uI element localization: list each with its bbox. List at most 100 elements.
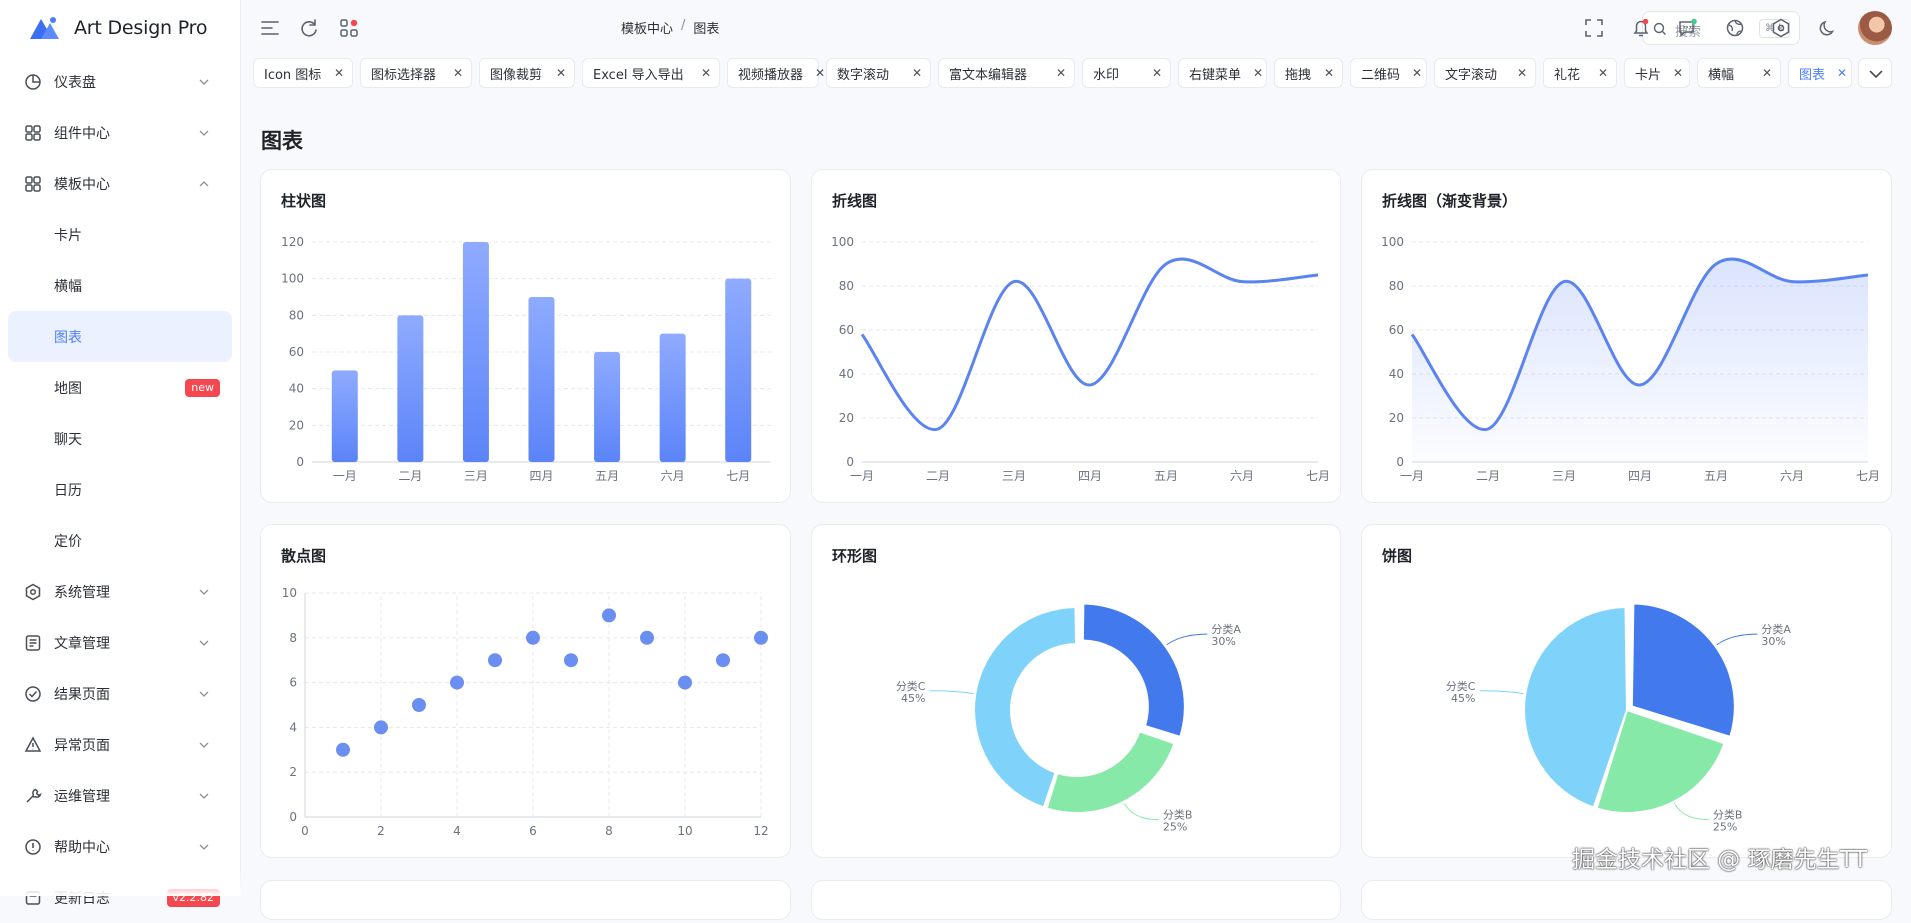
menu-fold-icon[interactable] <box>259 17 281 39</box>
sidebar-badge: new <box>185 379 220 397</box>
tab-close-icon[interactable]: ✕ <box>453 66 463 80</box>
sidebar-item[interactable]: 系统管理 <box>8 566 232 617</box>
tab-item[interactable]: 文字滚动 ✕ <box>1434 58 1536 88</box>
warning-icon <box>24 736 42 752</box>
chat-icon[interactable] <box>1677 17 1699 39</box>
y-tick-label: 100 <box>831 235 854 249</box>
sidebar-item-label: 定价 <box>54 533 82 550</box>
tab-item[interactable]: 水印 ✕ <box>1082 58 1171 88</box>
sidebar-item[interactable]: 日历 <box>8 464 232 515</box>
tab-more-button[interactable] <box>1858 58 1892 88</box>
sidebar-item[interactable]: 图表 <box>8 311 232 362</box>
sidebar-item[interactable]: 模板中心 <box>8 158 232 209</box>
tab-item[interactable]: 富文本编辑器 ✕ <box>938 58 1075 88</box>
sidebar-item-label: 帮助中心 <box>54 839 110 856</box>
settings-icon <box>25 583 41 601</box>
scatter-point <box>754 630 768 645</box>
tab-label: 图表 <box>1799 67 1826 83</box>
tab-close-icon[interactable]: ✕ <box>815 66 825 80</box>
tab-item[interactable]: 图像裁剪 ✕ <box>479 58 575 88</box>
sidebar-item[interactable]: 定价 <box>8 515 232 566</box>
tab-close-icon[interactable]: ✕ <box>1517 66 1527 80</box>
x-tick-label: 七月 <box>726 469 750 483</box>
chevron-down-icon <box>199 130 209 136</box>
tab-close-icon[interactable]: ✕ <box>1253 66 1263 80</box>
refresh-icon[interactable] <box>298 17 320 39</box>
fullscreen-icon[interactable] <box>1583 17 1605 39</box>
chevron-down-icon <box>199 589 209 595</box>
tab-item[interactable]: 数字滚动 ✕ <box>826 58 931 88</box>
x-tick-label: 五月 <box>1704 469 1728 483</box>
tab-item[interactable]: 二维码 ✕ <box>1350 58 1427 88</box>
tab-label: 图像裁剪 <box>490 67 543 83</box>
breadcrumb-item[interactable]: 模板中心 <box>621 18 673 37</box>
bell-icon[interactable] <box>1630 17 1652 39</box>
y-tick-label: 80 <box>289 308 304 322</box>
tab-item[interactable]: 拖拽 ✕ <box>1274 58 1343 88</box>
tab-close-icon[interactable]: ✕ <box>1762 66 1772 80</box>
logo-icon <box>30 17 59 39</box>
sidebar-item[interactable]: 组件中心 <box>8 107 232 158</box>
tab-item[interactable]: 礼花 ✕ <box>1543 58 1617 88</box>
sidebar-item[interactable]: 地图 new <box>8 362 232 413</box>
tab-item[interactable]: Icon 图标 ✕ <box>253 58 353 88</box>
tab-close-icon[interactable]: ✕ <box>1056 66 1066 80</box>
tab-close-icon[interactable]: ✕ <box>1837 66 1847 80</box>
chevron-up-icon <box>199 181 209 187</box>
tab-item[interactable]: 横幅 ✕ <box>1697 58 1781 88</box>
tab-close-icon[interactable]: ✕ <box>556 66 566 80</box>
sidebar-item-label: 组件中心 <box>54 125 110 142</box>
chart-card-partial <box>1361 880 1892 920</box>
dark-mode-icon[interactable] <box>1817 17 1839 39</box>
x-tick-label: 三月 <box>1552 469 1576 483</box>
sidebar-item[interactable]: 卡片 <box>8 209 232 260</box>
x-tick-label: 2 <box>377 824 385 838</box>
sidebar-item[interactable]: 仪表盘 <box>8 56 232 107</box>
sidebar-item[interactable]: 聊天 <box>8 413 232 464</box>
tab-item[interactable]: 视频播放器 ✕ <box>727 58 825 88</box>
search-icon <box>1653 22 1666 35</box>
chevron-down-icon <box>199 844 209 850</box>
chart-svg: 分类A30% 分类B25% 分类C45% <box>896 602 1241 834</box>
y-tick-label: 20 <box>839 411 854 425</box>
y-tick-label: 40 <box>1389 367 1404 381</box>
bar <box>594 352 621 462</box>
x-tick-label: 一月 <box>333 469 357 483</box>
tab-close-icon[interactable]: ✕ <box>701 66 711 80</box>
tab-close-icon[interactable]: ✕ <box>912 66 922 80</box>
tab-item[interactable]: 卡片 ✕ <box>1624 58 1690 88</box>
sidebar-item[interactable]: 文章管理 <box>8 617 232 668</box>
tab-label: Excel 导入导出 <box>593 67 684 83</box>
sidebar-item[interactable]: 横幅 <box>8 260 232 311</box>
sidebar-item-label: 模板中心 <box>54 176 110 193</box>
tab-close-icon[interactable]: ✕ <box>1324 66 1334 80</box>
tab-item[interactable]: 右键菜单 ✕ <box>1178 58 1267 88</box>
sidebar-item[interactable]: 异常页面 <box>8 719 232 770</box>
settings-icon[interactable] <box>1770 17 1792 39</box>
sidebar-item[interactable]: 运维管理 <box>8 770 232 821</box>
tab-close-icon[interactable]: ✕ <box>1152 66 1162 80</box>
x-tick-label: 五月 <box>595 469 619 483</box>
tab-close-icon[interactable]: ✕ <box>1412 66 1422 80</box>
pie-slice <box>1081 602 1186 738</box>
tab-close-icon[interactable]: ✕ <box>334 66 344 80</box>
tab-item[interactable]: 图表 ✕ <box>1788 58 1852 88</box>
x-tick-label: 12 <box>753 824 768 838</box>
bar <box>725 278 752 462</box>
tab-item[interactable]: Excel 导入导出 ✕ <box>582 58 720 88</box>
app-logo[interactable]: Art Design Pro <box>28 14 207 42</box>
tab-item[interactable]: 图标选择器 ✕ <box>360 58 472 88</box>
pie-leader-line <box>929 690 974 695</box>
x-tick-label: 四月 <box>529 469 553 483</box>
chart-svg: 0 20 40 60 80 100 一月 二月 三月 四月 五月 六月 七月 <box>1381 235 1880 483</box>
user-avatar[interactable] <box>1858 11 1892 45</box>
template-icon <box>25 176 41 192</box>
y-tick-label: 4 <box>289 720 297 734</box>
apps-icon[interactable] <box>338 17 360 39</box>
sidebar-item[interactable]: 帮助中心 <box>8 821 232 872</box>
tab-close-icon[interactable]: ✕ <box>1598 66 1608 80</box>
language-icon[interactable] <box>1724 17 1746 39</box>
tab-label: Icon 图标 <box>264 67 322 83</box>
sidebar-item[interactable]: 结果页面 <box>8 668 232 719</box>
tab-close-icon[interactable]: ✕ <box>1673 66 1683 80</box>
